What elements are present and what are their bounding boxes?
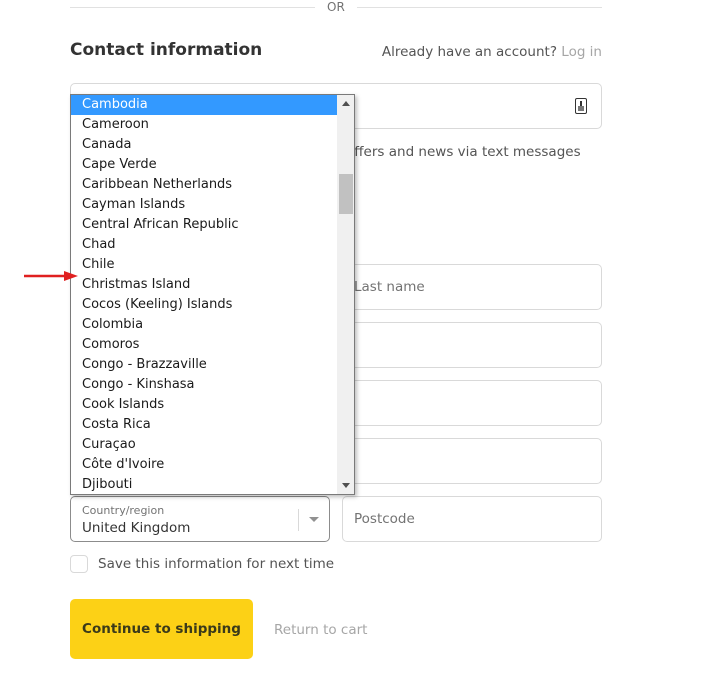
country-region-label: Country/region bbox=[82, 504, 165, 517]
return-to-cart-link[interactable]: Return to cart bbox=[274, 622, 367, 638]
account-prompt-text: Already have an account? bbox=[381, 44, 557, 60]
postcode-field[interactable]: Postcode bbox=[342, 496, 602, 542]
divider-line-left bbox=[70, 7, 315, 8]
dropdown-option[interactable]: Chile bbox=[71, 255, 337, 275]
dropdown-option[interactable]: Christmas Island bbox=[71, 275, 337, 295]
dropdown-option[interactable]: Cambodia bbox=[71, 95, 337, 115]
dropdown-option[interactable]: Côte d'Ivoire bbox=[71, 455, 337, 475]
or-label: OR bbox=[327, 0, 345, 14]
dropdown-option[interactable]: Cocos (Keeling) Islands bbox=[71, 295, 337, 315]
dropdown-option[interactable]: Chad bbox=[71, 235, 337, 255]
last-name-field[interactable]: Last name bbox=[342, 264, 602, 310]
or-divider: OR bbox=[70, 0, 602, 16]
save-info-label: Save this information for next time bbox=[98, 556, 335, 572]
dropdown-option[interactable]: Cook Islands bbox=[71, 395, 337, 415]
continue-to-shipping-button[interactable]: Continue to shipping bbox=[70, 599, 253, 659]
dropdown-option[interactable]: Curaçao bbox=[71, 435, 337, 455]
dropdown-option[interactable]: Costa Rica bbox=[71, 415, 337, 435]
login-prompt: Already have an account? Log in bbox=[382, 44, 602, 60]
sms-offers-label: offers and news via text messages bbox=[346, 144, 581, 160]
country-region-select[interactable]: Country/region United Kingdom bbox=[70, 496, 330, 542]
scroll-up-arrow-icon[interactable] bbox=[342, 101, 350, 106]
save-info-row[interactable]: Save this information for next time bbox=[70, 554, 334, 574]
scrollbar-thumb[interactable] bbox=[339, 174, 353, 215]
dropdown-option[interactable]: Comoros bbox=[71, 335, 337, 355]
postcode-placeholder: Postcode bbox=[354, 511, 415, 527]
select-separator bbox=[298, 509, 299, 531]
dropdown-option[interactable]: Cameroon bbox=[71, 115, 337, 135]
last-name-placeholder: Last name bbox=[354, 279, 425, 295]
login-link[interactable]: Log in bbox=[561, 44, 602, 60]
arrow-head bbox=[64, 271, 78, 281]
dropdown-scrollbar[interactable] bbox=[337, 95, 354, 494]
dropdown-option[interactable]: Canada bbox=[71, 135, 337, 155]
dropdown-option[interactable]: Djibouti bbox=[71, 475, 337, 494]
red-arrow-annotation-icon bbox=[24, 271, 78, 281]
save-info-checkbox[interactable] bbox=[70, 555, 88, 573]
dropdown-option[interactable]: Cayman Islands bbox=[71, 195, 337, 215]
country-dropdown-list[interactable]: Cambodia Cameroon Canada Cape Verde Caribbea… bbox=[70, 94, 355, 495]
dropdown-option[interactable]: Congo - Brazzaville bbox=[71, 355, 337, 375]
dropdown-option[interactable]: Cape Verde bbox=[71, 155, 337, 175]
scroll-down-arrow-icon[interactable] bbox=[342, 483, 350, 488]
divider-line-right bbox=[357, 7, 602, 8]
country-region-value: United Kingdom bbox=[82, 520, 191, 536]
dropdown-option[interactable]: Congo - Kinshasa bbox=[71, 375, 337, 395]
contact-information-heading: Contact information bbox=[70, 40, 263, 60]
dropdown-option[interactable]: Colombia bbox=[71, 315, 337, 335]
dropdown-options: Cambodia Cameroon Canada Cape Verde Caribbea… bbox=[71, 95, 337, 494]
dropdown-option[interactable]: Caribbean Netherlands bbox=[71, 175, 337, 195]
dropdown-option[interactable]: Central African Republic bbox=[71, 215, 337, 235]
chevron-down-icon[interactable] bbox=[309, 517, 319, 522]
contact-card-icon[interactable] bbox=[575, 98, 587, 114]
